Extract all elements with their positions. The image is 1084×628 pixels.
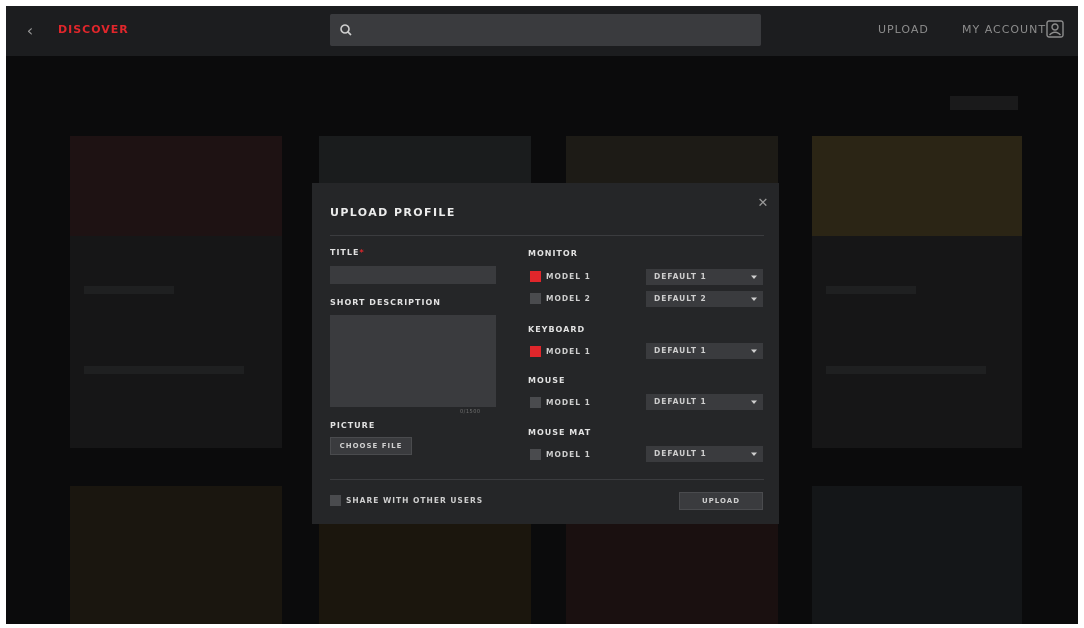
- profile-card: [70, 136, 282, 448]
- search-bar[interactable]: [330, 14, 761, 46]
- monitor-model-2-checkbox[interactable]: [530, 293, 541, 304]
- caret-down-icon: [751, 349, 757, 353]
- nav-my-account-link[interactable]: MY ACCOUNT: [962, 23, 1046, 36]
- choose-file-button[interactable]: CHOOSE FILE: [330, 437, 412, 455]
- brand-title[interactable]: DISCOVER: [58, 23, 129, 36]
- select-value: DEFAULT 1: [654, 346, 707, 355]
- card-line: [84, 286, 174, 294]
- mouse-mat-model-1-label: MODEL 1: [546, 450, 591, 459]
- card-line: [826, 286, 916, 294]
- mouse-mat-model-1-profile-select[interactable]: DEFAULT 1: [646, 446, 763, 462]
- caret-down-icon: [751, 275, 757, 279]
- mouse-mat-model-1-checkbox[interactable]: [530, 449, 541, 460]
- select-value: DEFAULT 1: [654, 449, 707, 458]
- title-label: TITLE*: [330, 248, 365, 257]
- mouse-model-1-profile-select[interactable]: DEFAULT 1: [646, 394, 763, 410]
- caret-down-icon: [751, 400, 757, 404]
- short-description-input[interactable]: [330, 315, 496, 407]
- close-icon[interactable]: ✕: [756, 197, 770, 211]
- picture-label: PICTURE: [330, 421, 376, 430]
- monitor-model-1-label: MODEL 1: [546, 272, 591, 281]
- character-counter: 0/1500: [460, 409, 481, 415]
- share-label: SHARE WITH OTHER USERS: [346, 496, 484, 505]
- card-thumbnail: [812, 136, 1022, 236]
- user-icon[interactable]: [1046, 20, 1064, 38]
- card-line: [84, 366, 244, 374]
- divider: [330, 479, 764, 480]
- divider: [330, 235, 764, 236]
- device-label-mouse-mat: MOUSE MAT: [528, 428, 592, 437]
- nav-upload-link[interactable]: UPLOAD: [878, 23, 929, 36]
- mouse-model-1-checkbox[interactable]: [530, 397, 541, 408]
- caret-down-icon: [751, 297, 757, 301]
- monitor-model-2-label: MODEL 2: [546, 294, 591, 303]
- search-input[interactable]: [360, 14, 755, 46]
- required-mark: *: [359, 248, 365, 257]
- mouse-model-1-label: MODEL 1: [546, 398, 591, 407]
- upload-button[interactable]: UPLOAD: [679, 492, 763, 510]
- title-input[interactable]: [330, 266, 496, 284]
- keyboard-model-1-label: MODEL 1: [546, 347, 591, 356]
- filter-chip: [950, 96, 1018, 110]
- card-line: [826, 366, 986, 374]
- monitor-model-2-profile-select[interactable]: DEFAULT 2: [646, 291, 763, 307]
- keyboard-model-1-profile-select[interactable]: DEFAULT 1: [646, 343, 763, 359]
- select-value: DEFAULT 1: [654, 397, 707, 406]
- monitor-model-1-profile-select[interactable]: DEFAULT 1: [646, 269, 763, 285]
- device-label-monitor: MONITOR: [528, 249, 578, 258]
- profile-card: [812, 486, 1022, 624]
- short-description-label: SHORT DESCRIPTION: [330, 298, 441, 307]
- search-icon: [340, 24, 352, 36]
- device-label-keyboard: KEYBOARD: [528, 325, 586, 334]
- share-checkbox[interactable]: [330, 495, 341, 506]
- chevron-left-icon[interactable]: ‹: [20, 21, 40, 41]
- caret-down-icon: [751, 452, 757, 456]
- card-thumbnail: [70, 136, 282, 236]
- profile-card: [812, 136, 1022, 448]
- top-bar: ‹ DISCOVER UPLOAD MY ACCOUNT: [6, 6, 1078, 56]
- select-value: DEFAULT 2: [654, 294, 707, 303]
- keyboard-model-1-checkbox[interactable]: [530, 346, 541, 357]
- profile-card: [70, 486, 282, 624]
- select-value: DEFAULT 1: [654, 272, 707, 281]
- device-label-mouse: MOUSE: [528, 376, 566, 385]
- modal-title: UPLOAD PROFILE: [330, 206, 456, 219]
- monitor-model-1-checkbox[interactable]: [530, 271, 541, 282]
- upload-profile-modal: UPLOAD PROFILE ✕ TITLE* SHORT DESCRIPTIO…: [312, 183, 779, 524]
- app-window: ‹ DISCOVER UPLOAD MY ACCOUNT UPLOAD PROF…: [6, 6, 1078, 624]
